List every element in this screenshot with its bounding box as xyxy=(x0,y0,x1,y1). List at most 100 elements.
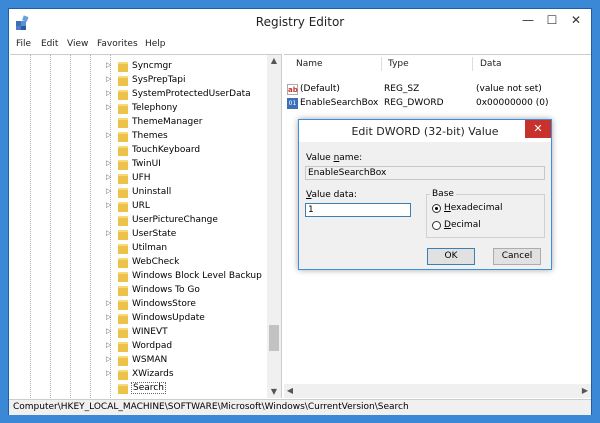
tree-item[interactable]: ▷ SysPrepTapi xyxy=(10,74,268,88)
edit-dword-dialog: Edit DWORD (32-bit) Value ✕ Value name: … xyxy=(298,119,552,270)
binary-value-icon: 01 xyxy=(287,98,298,109)
tree-item-label: Wordpad xyxy=(132,341,173,351)
tree-item-label: UserPictureChange xyxy=(132,215,218,225)
cancel-button[interactable]: Cancel xyxy=(493,248,541,265)
expand-arrow-icon[interactable]: ▷ xyxy=(106,159,111,167)
tree-item-label: Syncmgr xyxy=(132,61,172,71)
column-separator[interactable] xyxy=(381,57,382,71)
folder-icon xyxy=(118,90,128,100)
hexadecimal-radio[interactable] xyxy=(432,204,441,213)
expand-arrow-icon[interactable]: ▷ xyxy=(106,131,111,139)
expand-arrow-icon[interactable]: ▷ xyxy=(106,327,111,335)
column-header-type[interactable]: Type xyxy=(388,59,409,69)
expand-arrow-icon[interactable]: ▷ xyxy=(106,369,111,377)
tree-item-label: WindowsUpdate xyxy=(132,313,205,323)
menu-bar: File Edit View Favorites Help xyxy=(9,37,591,53)
title-bar[interactable]: Registry Editor — ☐ ✕ xyxy=(9,9,591,36)
tree-item[interactable]: ▷ WSMAN xyxy=(10,354,268,368)
scroll-right-icon[interactable]: ▶ xyxy=(579,384,591,398)
hexadecimal-label[interactable]: Hexadecimal xyxy=(444,203,502,213)
expand-arrow-icon[interactable]: ▷ xyxy=(106,341,111,349)
menu-help[interactable]: Help xyxy=(145,39,166,49)
column-header-data[interactable]: Data xyxy=(480,59,502,69)
tree-item[interactable]: ▷ Themes xyxy=(10,130,268,144)
tree-item[interactable]: ▷ Wordpad xyxy=(10,340,268,354)
tree-item-label: WINEVT xyxy=(132,327,168,337)
value-data-input[interactable]: 1 xyxy=(305,203,411,217)
menu-favorites[interactable]: Favorites xyxy=(97,39,138,49)
close-button[interactable]: ✕ xyxy=(563,9,589,33)
base-label: Base xyxy=(430,189,456,199)
scroll-thumb[interactable] xyxy=(269,325,279,351)
value-name-field[interactable]: EnableSearchBox xyxy=(305,166,545,180)
minimize-button[interactable]: — xyxy=(515,9,541,33)
tree-item[interactable]: ▷ Syncmgr xyxy=(10,60,268,74)
tree-item[interactable]: TouchKeyboard xyxy=(10,144,268,158)
menu-view[interactable]: View xyxy=(67,39,88,49)
folder-icon xyxy=(118,314,128,324)
expand-arrow-icon[interactable]: ▷ xyxy=(106,201,111,209)
tree-item[interactable]: ▷ XWizards xyxy=(10,368,268,382)
registry-tree[interactable]: ▷ Syncmgr ▷ SysPrepTapi ▷ SystemProtectedUser… xyxy=(10,54,282,398)
list-row[interactable]: ab (Default) REG_SZ (value not set) xyxy=(284,83,591,97)
scroll-up-icon[interactable]: ▲ xyxy=(267,55,281,67)
tree-item-label: Windows Block Level Backup xyxy=(132,271,262,281)
folder-icon xyxy=(118,286,128,296)
value-type: REG_DWORD xyxy=(384,98,444,108)
tree-item[interactable]: ▷ UserState xyxy=(10,228,268,242)
expand-arrow-icon[interactable]: ▷ xyxy=(106,75,111,83)
tree-item[interactable]: Windows Block Level Backup xyxy=(10,270,268,284)
tree-item-label: XWizards xyxy=(132,369,174,379)
tree-item[interactable]: Windows To Go xyxy=(10,284,268,298)
expand-arrow-icon[interactable]: ▷ xyxy=(106,313,111,321)
expand-arrow-icon[interactable]: ▷ xyxy=(106,103,111,111)
tree-item[interactable]: ▷ URL xyxy=(10,200,268,214)
tree-item[interactable]: Search xyxy=(10,382,268,396)
menu-file[interactable]: File xyxy=(16,39,31,49)
decimal-radio[interactable] xyxy=(432,221,441,230)
tree-item-label: Themes xyxy=(132,131,168,141)
list-horizontal-scrollbar[interactable]: ◀ ▶ xyxy=(284,384,591,398)
scroll-left-icon[interactable]: ◀ xyxy=(284,384,296,398)
tree-item[interactable]: Utilman xyxy=(10,242,268,256)
expand-arrow-icon[interactable]: ▷ xyxy=(106,89,111,97)
expand-arrow-icon[interactable]: ▷ xyxy=(106,61,111,69)
dialog-title-bar[interactable]: Edit DWORD (32-bit) Value ✕ xyxy=(299,120,551,142)
expand-arrow-icon[interactable]: ▷ xyxy=(106,229,111,237)
tree-item[interactable]: ▷ Uninstall xyxy=(10,186,268,200)
expand-arrow-icon[interactable]: ▷ xyxy=(106,355,111,363)
tree-item[interactable]: ▷ Telephony xyxy=(10,102,268,116)
tree-item[interactable]: ThemeManager xyxy=(10,116,268,130)
tree-item-label: SystemProtectedUserData xyxy=(132,89,251,99)
dialog-close-button[interactable]: ✕ xyxy=(525,120,551,138)
maximize-button[interactable]: ☐ xyxy=(539,9,565,33)
folder-icon xyxy=(118,244,128,254)
ok-button[interactable]: OK xyxy=(427,248,475,265)
folder-icon xyxy=(118,104,128,114)
value-type: REG_SZ xyxy=(384,84,420,94)
tree-item[interactable]: WebCheck xyxy=(10,256,268,270)
column-separator[interactable] xyxy=(472,57,473,71)
expand-arrow-icon[interactable]: ▷ xyxy=(106,299,111,307)
value-name: (Default) xyxy=(300,84,340,94)
tree-item[interactable]: ▷ WindowsUpdate xyxy=(10,312,268,326)
decimal-label[interactable]: Decimal xyxy=(444,220,481,230)
tree-item[interactable]: ▷ TwinUI xyxy=(10,158,268,172)
tree-vertical-scrollbar[interactable]: ▲ ▼ xyxy=(267,55,281,398)
folder-icon xyxy=(118,188,128,198)
list-row[interactable]: 01 EnableSearchBox REG_DWORD 0x00000000 … xyxy=(284,97,591,111)
menu-edit[interactable]: Edit xyxy=(41,39,58,49)
tree-item-label: UserState xyxy=(132,229,177,239)
column-header-name[interactable]: Name xyxy=(296,59,323,69)
folder-icon xyxy=(118,258,128,268)
expand-arrow-icon[interactable]: ▷ xyxy=(106,187,111,195)
tree-item-label: Windows To Go xyxy=(132,285,200,295)
tree-item[interactable]: ▷ WindowsStore xyxy=(10,298,268,312)
tree-item[interactable]: ▷ WINEVT xyxy=(10,326,268,340)
expand-arrow-icon[interactable]: ▷ xyxy=(106,173,111,181)
tree-item[interactable]: UserPictureChange xyxy=(10,214,268,228)
scroll-down-icon[interactable]: ▼ xyxy=(267,386,281,398)
tree-item[interactable]: ▷ UFH xyxy=(10,172,268,186)
tree-item-label: UFH xyxy=(132,173,151,183)
tree-item[interactable]: ▷ SystemProtectedUserData xyxy=(10,88,268,102)
